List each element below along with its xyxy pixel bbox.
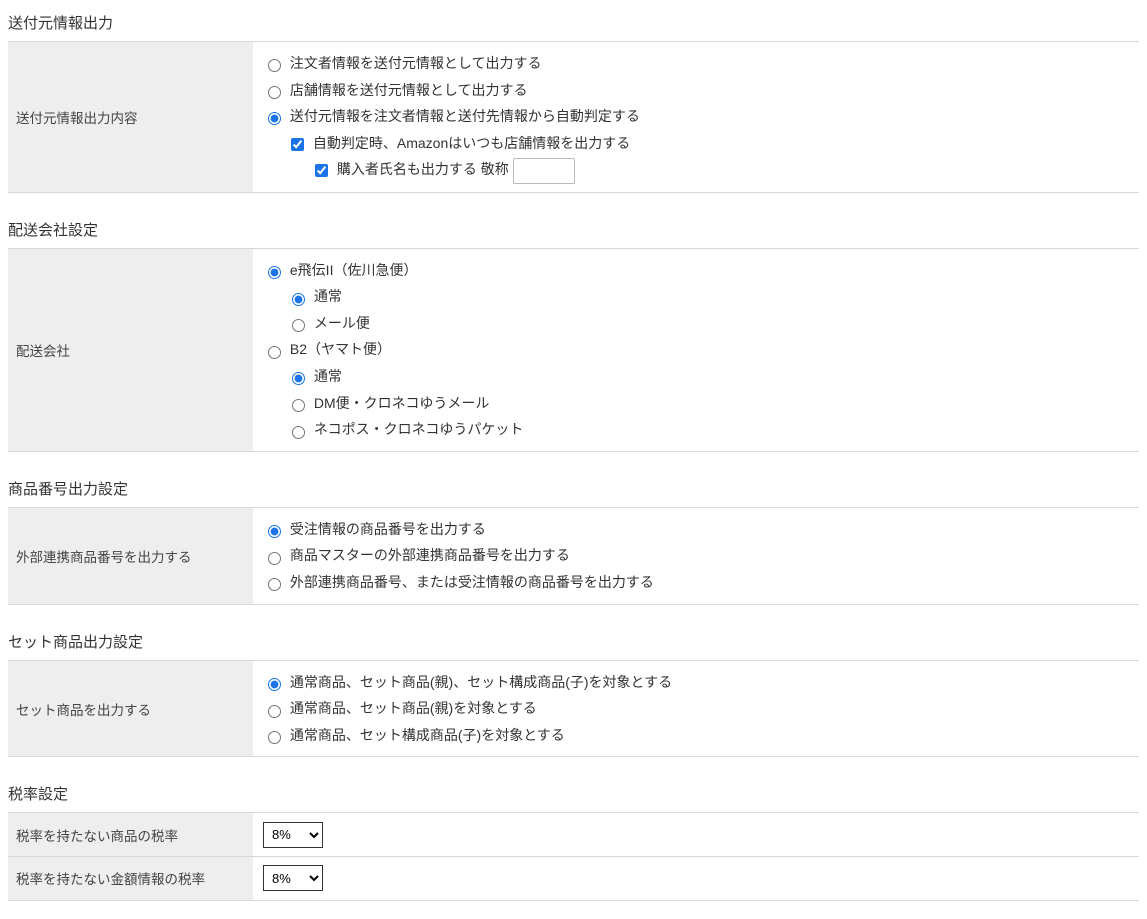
delivery-options-cell: e飛伝II（佐川急便） 通常 メール便 (253, 248, 1139, 451)
sender-opt1-radio[interactable] (268, 59, 281, 72)
sender-chk1-checkbox[interactable] (291, 138, 304, 151)
delivery-c2c-text: ネコポス・クロネコゆうパケット (314, 421, 523, 437)
set-product-opt1-label[interactable]: 通常商品、セット商品(親)、セット構成商品(子)を対象とする (263, 674, 672, 690)
tax-row1-label: 税率を持たない商品の税率 (8, 813, 253, 857)
product-no-opt2-label[interactable]: 商品マスターの外部連携商品番号を出力する (263, 547, 570, 563)
product-no-opt1-label[interactable]: 受注情報の商品番号を出力する (263, 521, 486, 537)
section-title-product-no: 商品番号出力設定 (8, 470, 1139, 507)
product-no-opt2-radio[interactable] (268, 552, 281, 565)
section-title-tax: 税率設定 (8, 775, 1139, 812)
product-no-opt2-text: 商品マスターの外部連携商品番号を出力する (290, 547, 570, 563)
delivery-c2a-label[interactable]: 通常 (287, 368, 342, 384)
sender-table: 送付元情報出力内容 注文者情報を送付元情報として出力する 店舗情報を送付元情報と… (8, 41, 1139, 193)
set-product-opt1-radio[interactable] (268, 678, 281, 691)
sender-opt2-label[interactable]: 店舗情報を送付元情報として出力する (263, 82, 527, 98)
set-product-opt2-radio[interactable] (268, 705, 281, 718)
product-no-table: 外部連携商品番号を出力する 受注情報の商品番号を出力する 商品マスターの外部連携… (8, 507, 1139, 605)
set-product-opt2-text: 通常商品、セット商品(親)を対象とする (290, 700, 537, 716)
delivery-c2b-label[interactable]: DM便・クロネコゆうメール (287, 395, 489, 411)
set-product-table: セット商品を出力する 通常商品、セット商品(親)、セット構成商品(子)を対象とす… (8, 660, 1139, 758)
sender-chk2-checkbox[interactable] (315, 164, 328, 177)
set-product-opt3-text: 通常商品、セット構成商品(子)を対象とする (290, 727, 565, 743)
product-no-opt1-text: 受注情報の商品番号を出力する (290, 521, 486, 537)
product-no-opt3-label[interactable]: 外部連携商品番号、または受注情報の商品番号を出力する (263, 574, 654, 590)
delivery-table: 配送会社 e飛伝II（佐川急便） 通常 (8, 248, 1139, 452)
set-product-opt3-radio[interactable] (268, 731, 281, 744)
set-product-row-label: セット商品を出力する (8, 660, 253, 757)
tax-row1-cell: 8% (253, 813, 1139, 857)
sender-opt3-radio[interactable] (268, 112, 281, 125)
product-no-row-label: 外部連携商品番号を出力する (8, 507, 253, 604)
delivery-c1b-radio[interactable] (292, 319, 305, 332)
set-product-opt3-label[interactable]: 通常商品、セット構成商品(子)を対象とする (263, 727, 565, 743)
delivery-c2-radio[interactable] (268, 346, 281, 359)
delivery-row-label: 配送会社 (8, 248, 253, 451)
sender-row-label: 送付元情報出力内容 (8, 42, 253, 193)
honorific-label: 敬称 (481, 161, 509, 177)
delivery-c1-text: e飛伝II（佐川急便） (290, 262, 418, 278)
product-no-opt3-text: 外部連携商品番号、または受注情報の商品番号を出力する (290, 574, 654, 590)
sender-opt2-radio[interactable] (268, 86, 281, 99)
tax-row2-label: 税率を持たない金額情報の税率 (8, 856, 253, 900)
sender-opt2-text: 店舗情報を送付元情報として出力する (290, 82, 528, 98)
sender-opt3-text: 送付元情報を注文者情報と送付先情報から自動判定する (290, 108, 640, 124)
set-product-opt1-text: 通常商品、セット商品(親)、セット構成商品(子)を対象とする (290, 674, 672, 690)
product-no-options-cell: 受注情報の商品番号を出力する 商品マスターの外部連携商品番号を出力する 外部連携… (253, 507, 1139, 604)
sender-chk1-label[interactable]: 自動判定時、Amazonはいつも店舗情報を出力する (287, 135, 630, 151)
sender-chk1-text: 自動判定時、Amazonはいつも店舗情報を出力する (313, 135, 630, 151)
set-product-options-cell: 通常商品、セット商品(親)、セット構成商品(子)を対象とする 通常商品、セット商… (253, 660, 1139, 757)
delivery-c2b-text: DM便・クロネコゆうメール (314, 395, 490, 411)
sender-opt1-label[interactable]: 注文者情報を送付元情報として出力する (263, 55, 541, 71)
delivery-c2a-radio[interactable] (292, 372, 305, 385)
sender-chk2-label[interactable]: 購入者氏名も出力する (311, 161, 481, 177)
delivery-c2c-radio[interactable] (292, 426, 305, 439)
product-no-opt3-radio[interactable] (268, 578, 281, 591)
delivery-c1b-text: メール便 (314, 315, 370, 331)
delivery-c2-text: B2（ヤマト便） (290, 341, 391, 357)
delivery-c1a-text: 通常 (314, 288, 342, 304)
delivery-c1a-label[interactable]: 通常 (287, 288, 342, 304)
delivery-c2c-label[interactable]: ネコポス・クロネコゆうパケット (287, 421, 523, 437)
delivery-c1a-radio[interactable] (292, 293, 305, 306)
delivery-c1-radio[interactable] (268, 266, 281, 279)
tax-row2-cell: 8% (253, 856, 1139, 900)
sender-opt3-label[interactable]: 送付元情報を注文者情報と送付先情報から自動判定する (263, 108, 640, 124)
section-title-delivery: 配送会社設定 (8, 211, 1139, 248)
honorific-input[interactable] (513, 158, 575, 184)
delivery-c1b-label[interactable]: メール便 (287, 315, 370, 331)
product-no-opt1-radio[interactable] (268, 525, 281, 538)
tax-rate-2-select[interactable]: 8% (263, 865, 323, 891)
sender-options-cell: 注文者情報を送付元情報として出力する 店舗情報を送付元情報として出力する 送付元… (253, 42, 1139, 193)
delivery-c2a-text: 通常 (314, 368, 342, 384)
delivery-c2b-radio[interactable] (292, 399, 305, 412)
set-product-opt2-label[interactable]: 通常商品、セット商品(親)を対象とする (263, 700, 537, 716)
delivery-c2-label[interactable]: B2（ヤマト便） (263, 341, 391, 357)
tax-rate-1-select[interactable]: 8% (263, 822, 323, 848)
delivery-c1-label[interactable]: e飛伝II（佐川急便） (263, 262, 417, 278)
sender-opt1-text: 注文者情報を送付元情報として出力する (290, 55, 542, 71)
section-title-set-product: セット商品出力設定 (8, 623, 1139, 660)
tax-table: 税率を持たない商品の税率 8% 税率を持たない金額情報の税率 8% (8, 812, 1139, 900)
sender-chk2-text: 購入者氏名も出力する (337, 161, 477, 177)
section-title-sender: 送付元情報出力 (8, 4, 1139, 41)
